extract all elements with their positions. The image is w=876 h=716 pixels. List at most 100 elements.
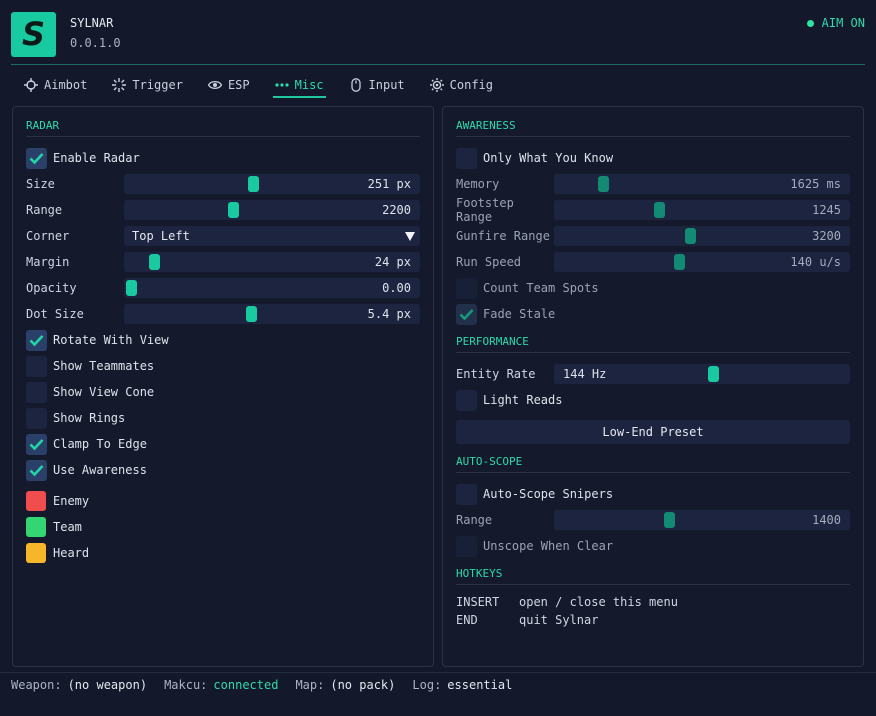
checkbox-box[interactable] bbox=[456, 483, 477, 505]
tab-config[interactable]: Config bbox=[428, 74, 495, 96]
size-slider-row: Size 251 px bbox=[26, 173, 420, 195]
checkbox-box[interactable] bbox=[456, 535, 477, 557]
slider-knob[interactable] bbox=[598, 176, 609, 192]
log-status: Log: essential bbox=[412, 678, 512, 692]
show-teammates-checkbox[interactable]: Show Teammates bbox=[26, 355, 420, 377]
tab-trigger[interactable]: Trigger bbox=[110, 74, 185, 96]
slider-knob[interactable] bbox=[674, 254, 685, 270]
auto-scope-range-slider[interactable]: 1400 bbox=[554, 510, 850, 530]
makcu-status-value: connected bbox=[213, 678, 279, 692]
slider-knob[interactable] bbox=[248, 176, 259, 192]
auto-scope-range-slider-row: Range 1400 bbox=[456, 509, 850, 531]
range-label: Range bbox=[26, 203, 63, 217]
entity-rate-value: 144 Hz bbox=[563, 367, 607, 381]
dropdown-arrow-icon bbox=[405, 232, 415, 241]
show-rings-checkbox[interactable]: Show Rings bbox=[26, 407, 420, 429]
tab-label: Input bbox=[368, 78, 405, 92]
low-end-preset-button[interactable]: Low-End Preset bbox=[456, 420, 850, 444]
section-divider bbox=[456, 472, 850, 473]
slider-knob[interactable] bbox=[685, 228, 696, 244]
check-icon bbox=[29, 152, 44, 164]
auto-scope-section-title: AUTO-SCOPE bbox=[456, 455, 523, 468]
tab-misc[interactable]: Misc bbox=[272, 74, 326, 98]
fade-stale-checkbox[interactable]: Fade Stale bbox=[456, 303, 850, 325]
log-status-label: Log: bbox=[412, 678, 442, 692]
clamp-to-edge-checkbox[interactable]: Clamp To Edge bbox=[26, 433, 420, 455]
check-icon bbox=[29, 464, 44, 476]
tab-label: Misc bbox=[294, 78, 324, 92]
rotate-with-view-checkbox[interactable]: Rotate With View bbox=[26, 329, 420, 351]
checkbox-box[interactable] bbox=[456, 147, 477, 169]
opacity-slider[interactable]: 0.00 bbox=[124, 278, 420, 298]
checkbox-box[interactable] bbox=[26, 355, 47, 377]
enemy-color-picker[interactable]: Enemy bbox=[26, 490, 420, 512]
margin-slider[interactable]: 24 px bbox=[124, 252, 420, 272]
show-view-cone-checkbox[interactable]: Show View Cone bbox=[26, 381, 420, 403]
checkbox-box[interactable] bbox=[26, 329, 47, 351]
hotkey-key: INSERT bbox=[456, 595, 500, 609]
size-label: Size bbox=[26, 177, 55, 191]
auto-scope-snipers-checkbox[interactable]: Auto-Scope Snipers bbox=[456, 483, 850, 505]
slider-knob[interactable] bbox=[149, 254, 160, 270]
only-what-you-know-checkbox[interactable]: Only What You Know bbox=[456, 147, 850, 169]
margin-slider-row: Margin 24 px bbox=[26, 251, 420, 273]
gunfire-range-slider[interactable]: 3200 bbox=[554, 226, 850, 246]
dot-size-slider[interactable]: 5.4 px bbox=[124, 304, 420, 324]
count-team-spots-checkbox[interactable]: Count Team Spots bbox=[456, 277, 850, 299]
tab-input[interactable]: Input bbox=[347, 74, 407, 96]
app-version: 0.0.1.0 bbox=[70, 36, 121, 50]
hotkey-row: END quit Sylnar bbox=[456, 613, 598, 627]
checkbox-box[interactable] bbox=[26, 381, 47, 403]
slider-knob[interactable] bbox=[246, 306, 257, 322]
team-color-picker[interactable]: Team bbox=[26, 516, 420, 538]
range-slider[interactable]: 2200 bbox=[124, 200, 420, 220]
map-status-value: (no pack) bbox=[330, 678, 396, 692]
entity-rate-slider[interactable]: 144 Hz bbox=[554, 364, 850, 384]
light-reads-checkbox[interactable]: Light Reads bbox=[456, 389, 850, 411]
checkbox-box[interactable] bbox=[456, 277, 477, 299]
footer-divider bbox=[0, 672, 876, 673]
memory-slider[interactable]: 1625 ms bbox=[554, 174, 850, 194]
enemy-color-swatch[interactable] bbox=[26, 491, 46, 511]
use-awareness-checkbox[interactable]: Use Awareness bbox=[26, 459, 420, 481]
crosshair-icon bbox=[24, 78, 38, 92]
checkbox-box[interactable] bbox=[456, 303, 477, 325]
slider-knob[interactable] bbox=[664, 512, 675, 528]
check-icon bbox=[459, 308, 474, 320]
memory-label: Memory bbox=[456, 177, 500, 191]
checkbox-box[interactable] bbox=[26, 147, 47, 169]
checkbox-label: Use Awareness bbox=[53, 463, 147, 477]
enable-radar-checkbox[interactable]: Enable Radar bbox=[26, 147, 420, 169]
heard-color-picker[interactable]: Heard bbox=[26, 542, 420, 564]
slider-knob[interactable] bbox=[126, 280, 137, 296]
margin-value: 24 px bbox=[374, 255, 411, 269]
team-color-swatch[interactable] bbox=[26, 517, 46, 537]
checkbox-label: Light Reads bbox=[483, 393, 563, 407]
auto-scope-range-label: Range bbox=[456, 513, 493, 527]
heard-color-swatch[interactable] bbox=[26, 543, 46, 563]
gunfire-range-slider-row: Gunfire Range 3200 bbox=[456, 225, 850, 247]
size-slider[interactable]: 251 px bbox=[124, 174, 420, 194]
tab-label: Config bbox=[449, 78, 494, 92]
checkbox-box[interactable] bbox=[26, 459, 47, 481]
slider-knob[interactable] bbox=[228, 202, 239, 218]
hotkey-key: END bbox=[456, 613, 478, 627]
corner-select[interactable]: Top Left bbox=[124, 226, 420, 246]
run-speed-slider[interactable]: 140 u/s bbox=[554, 252, 850, 272]
unscope-when-clear-checkbox[interactable]: Unscope When Clear bbox=[456, 535, 850, 557]
map-status-label: Map: bbox=[295, 678, 325, 692]
section-divider bbox=[456, 352, 850, 353]
weapon-status-value: (no weapon) bbox=[67, 678, 148, 692]
tab-aimbot[interactable]: Aimbot bbox=[22, 74, 89, 96]
footstep-range-slider[interactable]: 1245 bbox=[554, 200, 850, 220]
checkbox-box[interactable] bbox=[456, 389, 477, 411]
range-value: 2200 bbox=[382, 203, 411, 217]
slider-knob[interactable] bbox=[708, 366, 719, 382]
tab-esp[interactable]: ESP bbox=[206, 74, 252, 96]
checkbox-box[interactable] bbox=[26, 407, 47, 429]
slider-knob[interactable] bbox=[654, 202, 665, 218]
checkbox-label: Show View Cone bbox=[53, 385, 155, 399]
checkbox-label: Only What You Know bbox=[483, 151, 614, 165]
opacity-slider-row: Opacity 0.00 bbox=[26, 277, 420, 299]
checkbox-box[interactable] bbox=[26, 433, 47, 455]
